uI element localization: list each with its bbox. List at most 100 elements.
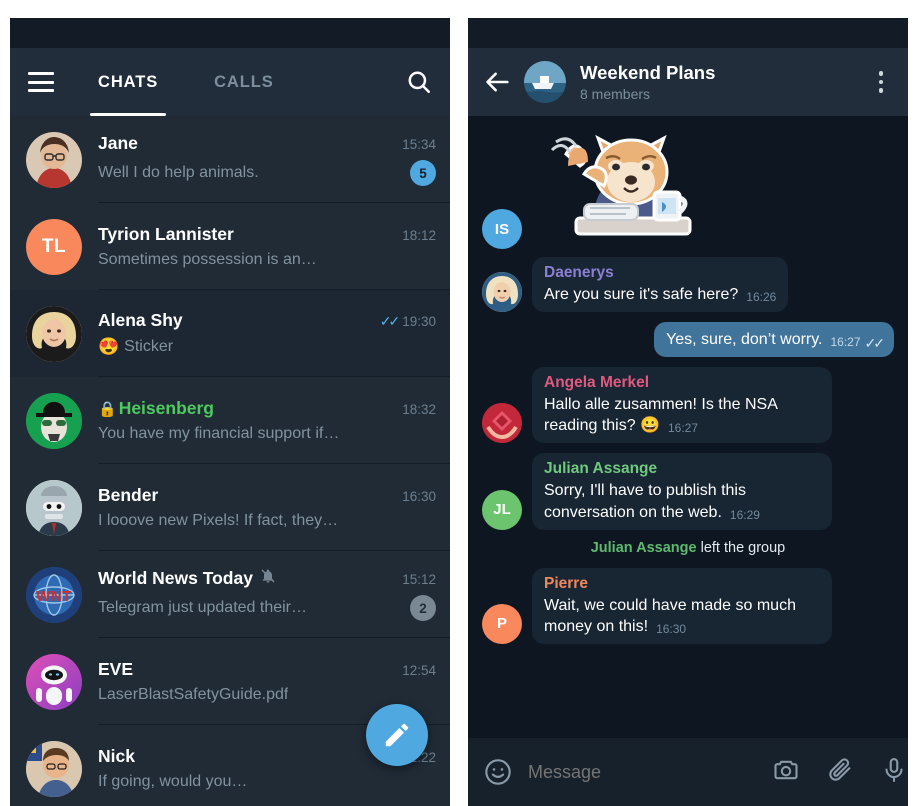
message-time-value: 16:27	[830, 335, 861, 350]
chat-list-item-alena-shy[interactable]: Alena Shy ✓✓ 19:30 😍 Sticker	[10, 290, 450, 377]
chat-name: World News Today	[98, 568, 253, 588]
chat-item-header: EVE 12:54	[98, 659, 436, 680]
hamburger-menu-icon[interactable]	[28, 72, 54, 92]
chat-preview: Sticker	[124, 338, 174, 355]
chat-list[interactable]: Jane 15:34 Well I do help animals. 5 TL	[10, 116, 450, 806]
message-compose-bar	[468, 738, 908, 806]
message-list[interactable]: IS Daenerys Are you sure it's safe here?…	[468, 116, 908, 738]
conversation-title: Weekend Plans	[580, 62, 716, 84]
service-text: left the group	[696, 539, 786, 556]
search-icon[interactable]	[406, 69, 432, 95]
message-text: Wait, we could have made so much money o…	[544, 595, 820, 637]
message-row[interactable]: JL Julian Assange Sorry, I'll have to pu…	[482, 453, 894, 530]
avatar: TL	[26, 218, 82, 275]
microphone-icon[interactable]	[880, 756, 908, 789]
secret-chat-lock-icon: 🔒	[98, 401, 117, 418]
avatar	[482, 403, 522, 444]
compose-fab-button[interactable]	[366, 704, 428, 766]
chat-preview: Telegram just updated their…	[98, 599, 307, 616]
chat-item-header: Alena Shy ✓✓ 19:30	[98, 310, 436, 331]
screenshot-root: CHATS CALLS Jane 15:34 Well I do help an…	[0, 0, 918, 806]
chat-item-header: Tyrion Lannister 18:12	[98, 224, 436, 245]
message-row[interactable]: P Pierre Wait, we could have made so muc…	[482, 567, 894, 644]
avatar	[26, 131, 82, 188]
compose-actions	[772, 756, 908, 789]
chat-time: 18:32	[402, 402, 436, 417]
message-row-outgoing[interactable]: Yes, sure, don’t worry. 16:27 ✓✓	[482, 322, 894, 358]
chat-list-appbar: CHATS CALLS	[10, 48, 450, 116]
avatar-initials: IS	[494, 220, 510, 238]
message-bubble-in[interactable]: Daenerys Are you sure it's safe here? 16:…	[532, 257, 789, 313]
sticker-emoji: 😍	[98, 337, 120, 356]
group-avatar[interactable]	[524, 61, 566, 103]
chat-item-content: World News Today 15:12 Telegram just upd…	[98, 568, 436, 621]
message-text: Hallo alle zusammen! Is the NSA reading …	[544, 394, 820, 436]
avatar	[26, 479, 82, 536]
camera-icon[interactable]	[772, 756, 800, 789]
chat-item-content: Bender 16:30 I looove new Pixels! If fac…	[98, 485, 436, 530]
paperclip-icon[interactable]	[826, 756, 854, 789]
chat-list-item-bender[interactable]: Bender 16:30 I looove new Pixels! If fac…	[10, 464, 450, 551]
message-bubble-in[interactable]: Pierre Wait, we could have made so much …	[532, 567, 832, 644]
chat-preview-row: Well I do help animals. 5	[98, 160, 436, 186]
message-sender: Julian Assange	[544, 460, 658, 478]
smiley-face-icon[interactable]	[484, 758, 512, 786]
message-bubble-in[interactable]: Angela Merkel Hallo alle zusammen! Is th…	[532, 367, 832, 444]
chat-preview-row: Sometimes possession is an…	[98, 251, 436, 269]
tab-calls[interactable]: CALLS	[212, 69, 276, 96]
svg-text:WNT: WNT	[36, 588, 72, 605]
chat-preview: I looove new Pixels! If fact, they…	[98, 512, 339, 529]
compose-pencil-icon	[385, 723, 409, 747]
avatar: IS	[482, 209, 522, 249]
shiba-dog-sticker	[532, 126, 728, 249]
conversation-title-block[interactable]: Weekend Plans 8 members	[580, 62, 870, 101]
chat-name: Heisenberg	[118, 398, 214, 418]
chat-item-content: EVE 12:54 LaserBlastSafetyGuide.pdf	[98, 659, 436, 704]
chat-preview: You have my financial support if…	[98, 425, 340, 442]
chat-list-item-tyrion-lannister[interactable]: TL Tyrion Lannister 18:12 Sometimes poss…	[10, 203, 450, 290]
avatar	[482, 272, 522, 313]
chat-name: Nick	[98, 746, 135, 766]
avatar	[26, 392, 82, 449]
chat-list-panel: CHATS CALLS Jane 15:34 Well I do help an…	[10, 18, 450, 806]
chat-item-content: Jane 15:34 Well I do help animals. 5	[98, 133, 436, 186]
muted-bell-icon	[260, 568, 276, 584]
status-bar	[468, 18, 908, 48]
chat-list-item-jane[interactable]: Jane 15:34 Well I do help animals. 5	[10, 116, 450, 203]
message-bubble-out[interactable]: Yes, sure, don’t worry. 16:27 ✓✓	[653, 322, 894, 358]
message-time: 16:30	[656, 621, 687, 636]
message-bubble-in[interactable]: Julian Assange Sorry, I'll have to publi…	[532, 453, 832, 530]
back-arrow-icon[interactable]	[484, 68, 512, 96]
chat-item-content: Tyrion Lannister 18:12 Sometimes possess…	[98, 224, 436, 269]
chat-preview-row: Telegram just updated their… 2	[98, 595, 436, 621]
chat-list-item-world-news-today[interactable]: WNT World News Today 15:12 Telegram just…	[10, 551, 450, 638]
message-sender: Angela Merkel	[544, 374, 650, 392]
message-body: Are you sure it's safe here?	[544, 286, 739, 303]
tab-chats[interactable]: CHATS	[89, 69, 167, 116]
message-row[interactable]: Angela Merkel Hallo alle zusammen! Is th…	[482, 367, 894, 444]
unread-badge: 5	[410, 160, 436, 186]
message-sender: Daenerys	[544, 264, 614, 281]
message-body: Sorry, I'll have to publish this convers…	[544, 482, 746, 521]
avatar-initials: JL	[493, 501, 511, 519]
message-row[interactable]: Daenerys Are you sure it's safe here? 16:…	[482, 257, 894, 313]
chat-preview-row: You have my financial support if…	[98, 425, 436, 443]
chat-time: 16:30	[402, 489, 436, 504]
chat-item-header: World News Today 15:12	[98, 568, 436, 589]
message-body: Hallo alle zusammen! Is the NSA reading …	[544, 396, 777, 435]
more-vertical-icon[interactable]	[870, 71, 892, 93]
message-sender: Pierre	[544, 574, 588, 592]
chat-name: EVE	[98, 659, 134, 679]
chat-preview-row: If going,­ would you…	[98, 773, 436, 791]
chat-list-item-heisenberg[interactable]: 🔒 Heisenberg 18:32 You have my financial…	[10, 377, 450, 464]
message-time: 16:27	[667, 421, 699, 436]
message-sticker[interactable]: IS	[482, 126, 894, 249]
message-time: 16:29	[729, 507, 760, 522]
avatar	[26, 305, 82, 362]
service-actor: Julian Assange	[590, 539, 697, 556]
message-time: 16:26	[746, 290, 777, 304]
unread-badge-muted: 2	[410, 595, 436, 621]
avatar	[26, 653, 82, 710]
message-input[interactable]	[528, 761, 760, 783]
chat-preview: LaserBlastSafetyGuide.pdf	[98, 686, 289, 703]
